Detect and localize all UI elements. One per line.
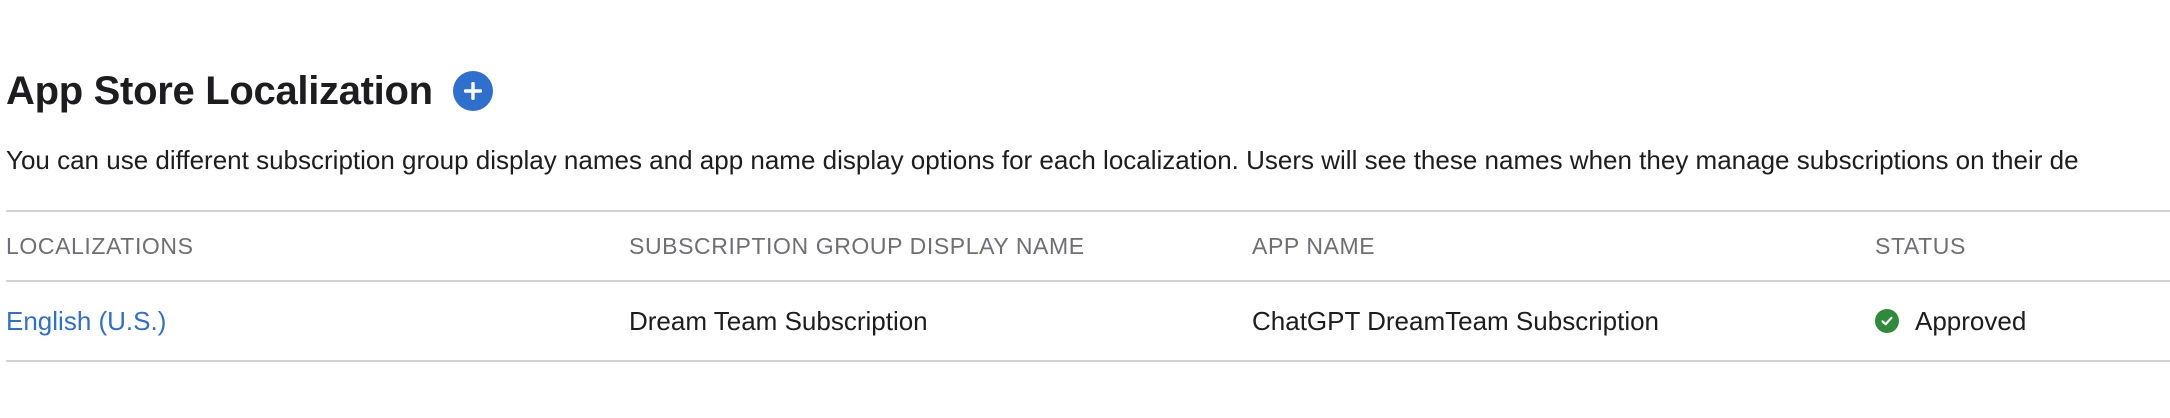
table-header-row: LOCALIZATIONS SUBSCRIPTION GROUP DISPLAY… [6, 212, 2170, 280]
check-circle-icon [1875, 309, 1899, 333]
column-header-app-name[interactable]: APP NAME [1252, 212, 1375, 280]
localizations-table: LOCALIZATIONS SUBSCRIPTION GROUP DISPLAY… [6, 210, 2170, 362]
localization-link-english-us[interactable]: English (U.S.) [6, 282, 166, 360]
status-cell: Approved [1875, 282, 2026, 360]
subscription-group-display-name-cell: Dream Team Subscription [629, 305, 928, 336]
table-bottom-divider [6, 360, 2170, 362]
column-header-localizations[interactable]: LOCALIZATIONS [6, 212, 194, 280]
add-localization-button[interactable] [452, 71, 493, 111]
column-header-status[interactable]: STATUS [1875, 212, 1966, 280]
app-store-localization-section: App Store Localization You can use diffe… [6, 0, 2170, 418]
app-name-cell: ChatGPT DreamTeam Subscription [1252, 305, 1660, 336]
section-description: You can use different subscription group… [6, 145, 2079, 175]
page-title: App Store Localization [6, 69, 433, 113]
column-header-subscription-group-display-name[interactable]: SUBSCRIPTION GROUP DISPLAY NAME [629, 212, 1085, 280]
plus-icon [463, 82, 482, 100]
table-row: English (U.S.) Dream Team Subscription C… [6, 282, 2170, 360]
status-label: Approved [1915, 305, 2027, 336]
section-header: App Store Localization [6, 66, 493, 116]
